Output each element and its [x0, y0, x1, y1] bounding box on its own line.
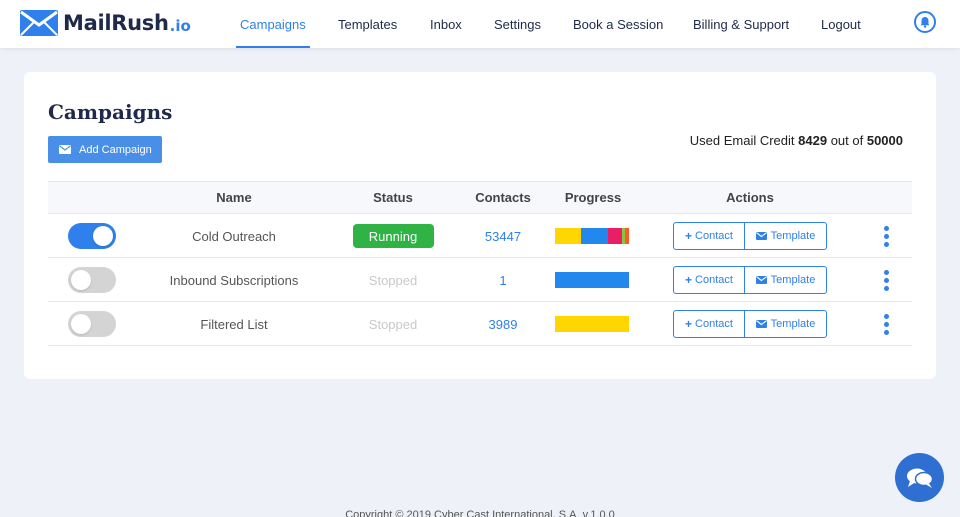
add-contact-button[interactable]: + Contact: [673, 310, 745, 338]
nav-templates[interactable]: Templates: [338, 0, 397, 48]
plus-icon: +: [685, 273, 693, 287]
template-button[interactable]: Template: [745, 222, 827, 250]
progress-segment: [555, 316, 629, 332]
table-row: Filtered List Stopped 3989 + Contact Tem…: [48, 302, 912, 346]
add-campaign-label: Add Campaign: [79, 143, 152, 156]
nav-logout[interactable]: Logout: [821, 0, 861, 48]
template-button[interactable]: Template: [745, 310, 827, 338]
contact-button-label: Contact: [695, 318, 733, 330]
toggle-knob: [71, 270, 91, 290]
nav-campaigns[interactable]: Campaigns: [236, 0, 310, 48]
progress-segment: [555, 272, 629, 288]
kebab-menu-icon[interactable]: [883, 224, 889, 248]
campaign-name: Cold Outreach: [192, 228, 276, 244]
brand-extension: .io: [169, 16, 191, 35]
progress-segment: [580, 228, 608, 244]
progress-segment: [607, 228, 622, 244]
credit-total: 50000: [866, 133, 903, 148]
footer-copyright: Copyright © 2019 Cyber Cast Internationa…: [345, 509, 615, 517]
status-text: Stopped: [368, 272, 418, 288]
template-button-label: Template: [770, 318, 816, 330]
campaign-name: Filtered List: [200, 316, 268, 332]
chat-icon[interactable]: [895, 453, 944, 502]
envelope-icon: [755, 276, 767, 284]
table-header: Name Status Contacts Progress Actions: [48, 181, 912, 214]
campaign-toggle[interactable]: [68, 311, 116, 337]
contact-button-label: Contact: [695, 230, 733, 242]
brand-name: MailRush: [63, 11, 169, 35]
credit-middle: out of: [830, 133, 864, 148]
status-badge: Running: [352, 224, 434, 248]
progress-bar: [555, 228, 629, 244]
campaign-toggle[interactable]: [68, 267, 116, 293]
envelope-icon: [755, 320, 767, 328]
add-campaign-button[interactable]: Add Campaign: [48, 136, 162, 163]
nav-settings[interactable]: Settings: [494, 0, 541, 48]
column-header-contacts: Contacts: [475, 190, 531, 205]
add-contact-button[interactable]: + Contact: [673, 222, 745, 250]
envelope-icon: [755, 232, 767, 240]
column-header-progress: Progress: [564, 190, 622, 205]
email-credit-usage: Used Email Credit 8429 out of 50000: [690, 133, 903, 148]
template-button-label: Template: [770, 274, 816, 286]
bell-icon[interactable]: [914, 11, 936, 33]
status-text: Stopped: [368, 316, 418, 332]
brand-logo[interactable]: MailRush .io: [19, 6, 191, 40]
plus-icon: +: [685, 317, 693, 331]
progress-bar: [555, 272, 629, 288]
add-contact-button[interactable]: + Contact: [673, 266, 745, 294]
credit-prefix: Used Email Credit: [689, 133, 795, 148]
credit-used: 8429: [798, 133, 828, 148]
contact-button-label: Contact: [695, 274, 733, 286]
column-header-status: Status: [373, 190, 413, 205]
kebab-menu-icon[interactable]: [883, 312, 889, 336]
column-header-actions: Actions: [726, 190, 774, 205]
campaign-toggle[interactable]: [68, 223, 116, 249]
campaign-name: Inbound Subscriptions: [169, 272, 299, 288]
envelope-icon: [59, 145, 71, 154]
contacts-count[interactable]: 53447: [458, 214, 548, 258]
contacts-count[interactable]: 1: [458, 258, 548, 302]
nav-billing-support[interactable]: Billing & Support: [693, 0, 789, 48]
template-button-label: Template: [770, 230, 816, 242]
toggle-knob: [71, 314, 91, 334]
page-title: Campaigns: [48, 100, 173, 124]
kebab-menu-icon[interactable]: [883, 268, 889, 292]
nav-inbox[interactable]: Inbox: [430, 0, 462, 48]
top-navigation-bar: MailRush .io Campaigns Templates Inbox S…: [0, 0, 960, 48]
plus-icon: +: [685, 229, 693, 243]
contacts-count[interactable]: 3989: [458, 302, 548, 346]
table-row: Inbound Subscriptions Stopped 1 + Contac…: [48, 258, 912, 302]
progress-segment: [625, 228, 629, 244]
template-button[interactable]: Template: [745, 266, 827, 294]
envelope-icon: [19, 9, 59, 37]
progress-bar: [555, 316, 629, 332]
column-header-name: Name: [216, 190, 252, 205]
nav-book-a-session[interactable]: Book a Session: [573, 0, 663, 48]
toggle-knob: [93, 226, 113, 246]
progress-segment: [555, 228, 581, 244]
table-row: Cold Outreach Running 53447 + Contact Te…: [48, 214, 912, 258]
